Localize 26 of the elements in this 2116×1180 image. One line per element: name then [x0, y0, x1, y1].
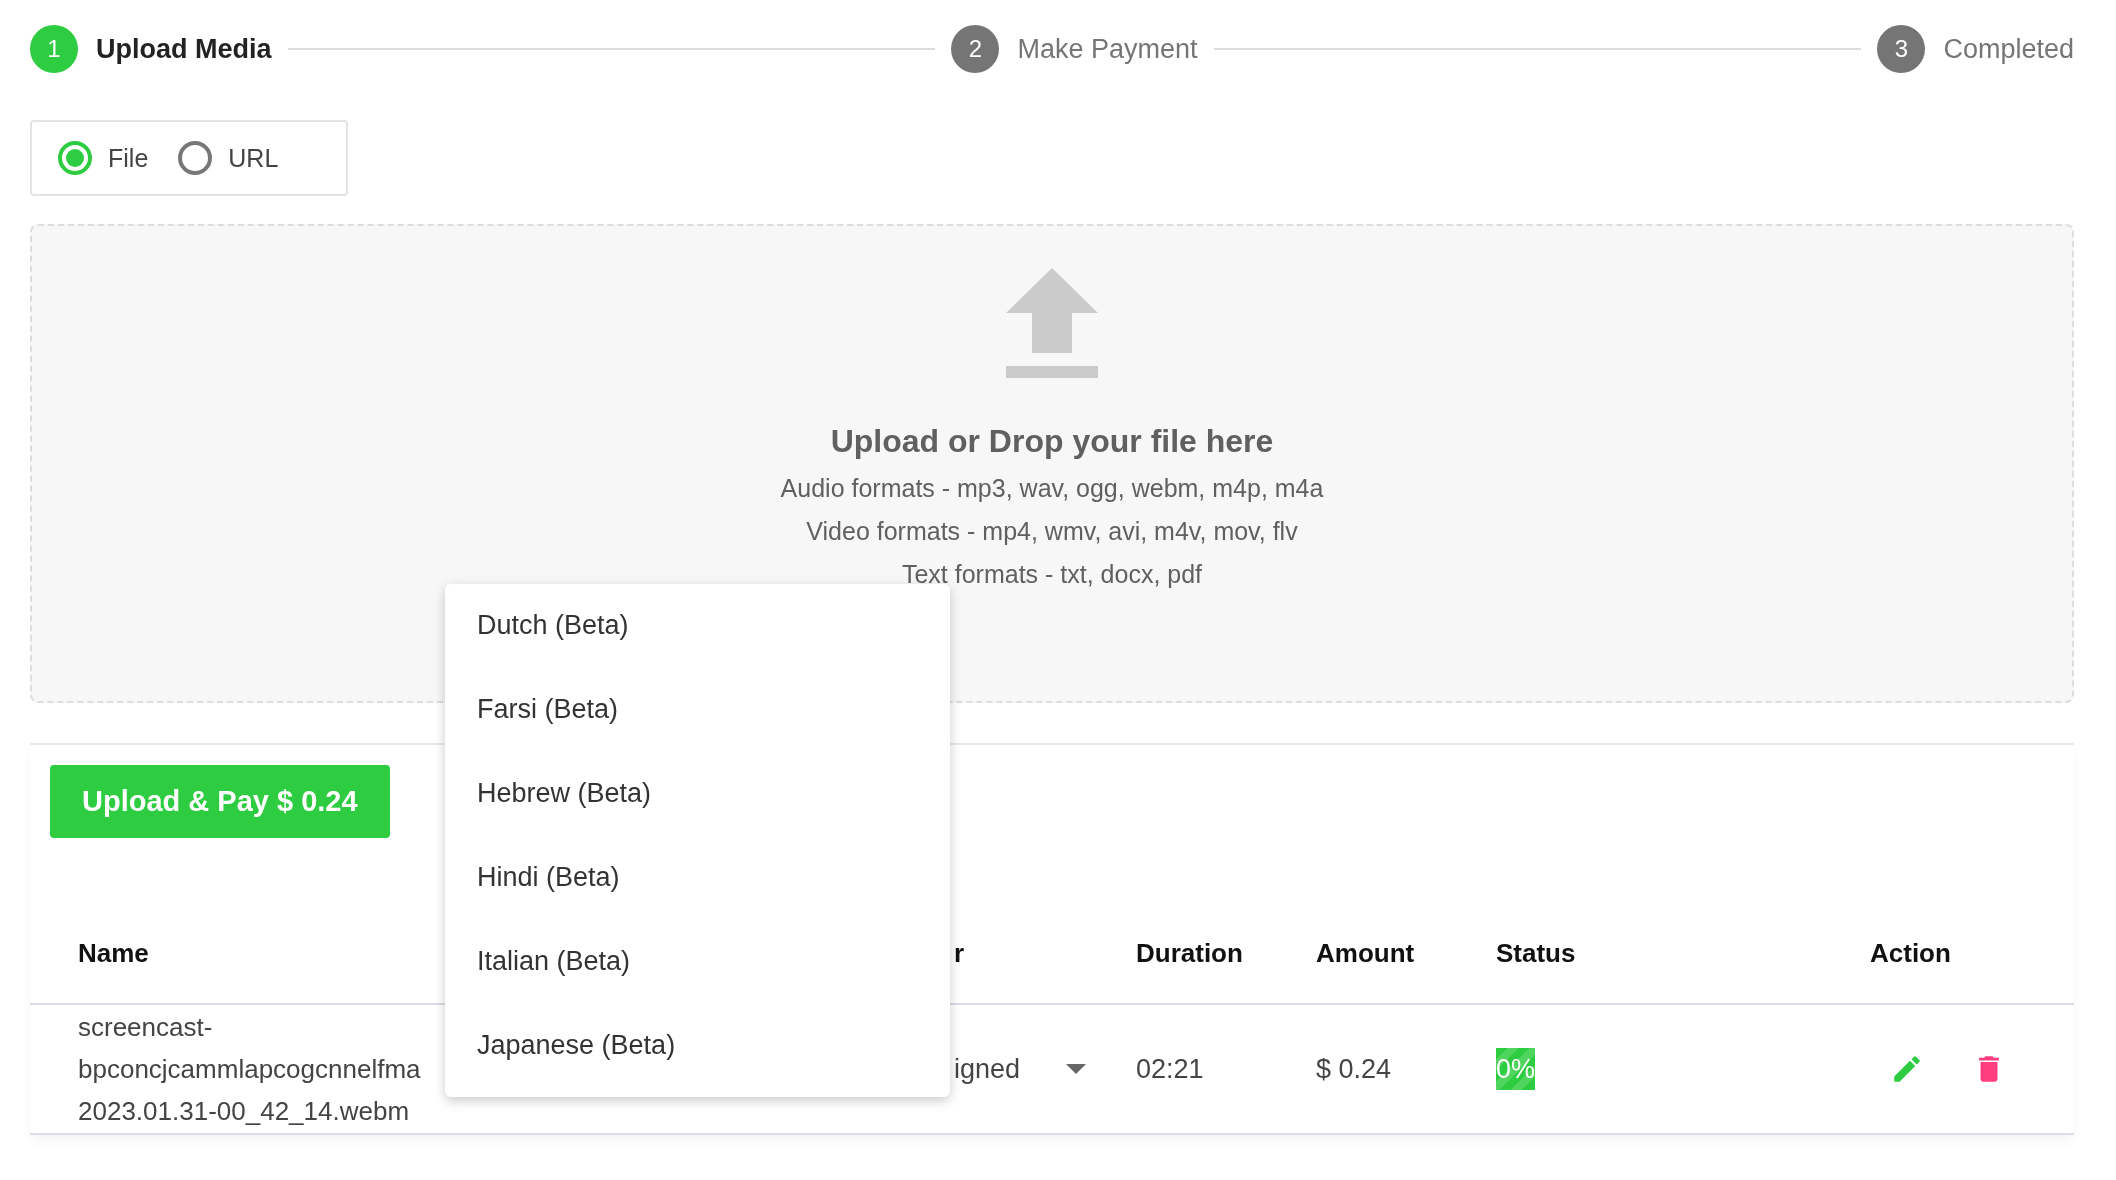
status-badge: 0% [1496, 1047, 1536, 1090]
radio-option[interactable]: File [58, 141, 149, 175]
column-header: Amount [1316, 938, 1496, 1004]
step-label: Upload Media [96, 33, 272, 65]
caret-icon[interactable] [1066, 1064, 1086, 1074]
step-number: 1 [30, 25, 78, 73]
format-text: Video formats - mp4, wmv, avi, m4v, mov, flv [806, 517, 1298, 546]
language-option[interactable]: Hebrew (Beta) [445, 751, 950, 835]
duration: 02:21 [1136, 1053, 1204, 1084]
radio-option[interactable]: URL [178, 141, 279, 175]
column-header: r [954, 938, 1136, 1004]
step-number: 3 [1877, 25, 1926, 73]
column-header: Status [1496, 938, 1870, 1004]
upload-icon [1006, 268, 1098, 378]
select-value: igned [954, 1053, 1021, 1085]
step-label: Completed [1943, 33, 2074, 65]
column-header: Action [1870, 938, 2074, 1004]
language-option[interactable]: Hindi (Beta) [445, 835, 950, 919]
column-header: Duration [1136, 938, 1316, 1004]
file-name: screencast- bpconcjcammlapcogcnnelfma 2023.01.31-00_42_14.webm [78, 1011, 421, 1128]
amount: $ 0.24 [1316, 1053, 1392, 1084]
step-label: Make Payment [1017, 33, 1198, 65]
step-number: 2 [951, 25, 1000, 73]
format-text: Audio formats - mp3, wav, ogg, webm, m4p, m4a [780, 474, 1324, 503]
drop-title: Upload or Drop your file here [830, 423, 1274, 460]
language-option[interactable]: Japanese (Beta) [445, 1003, 950, 1087]
